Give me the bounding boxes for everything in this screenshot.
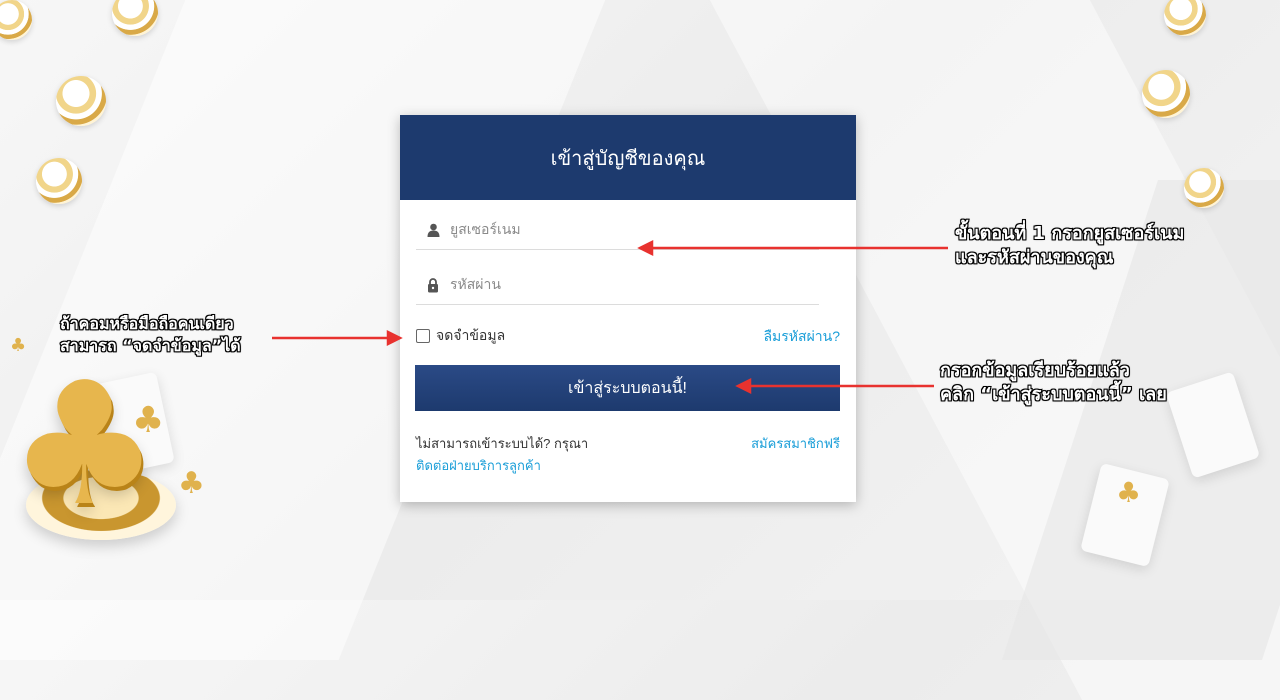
arrow-head-icon [386,329,403,347]
arrow-head-icon [735,377,752,395]
arrow-head-icon [637,239,654,257]
annotation-arrows [272,239,948,395]
